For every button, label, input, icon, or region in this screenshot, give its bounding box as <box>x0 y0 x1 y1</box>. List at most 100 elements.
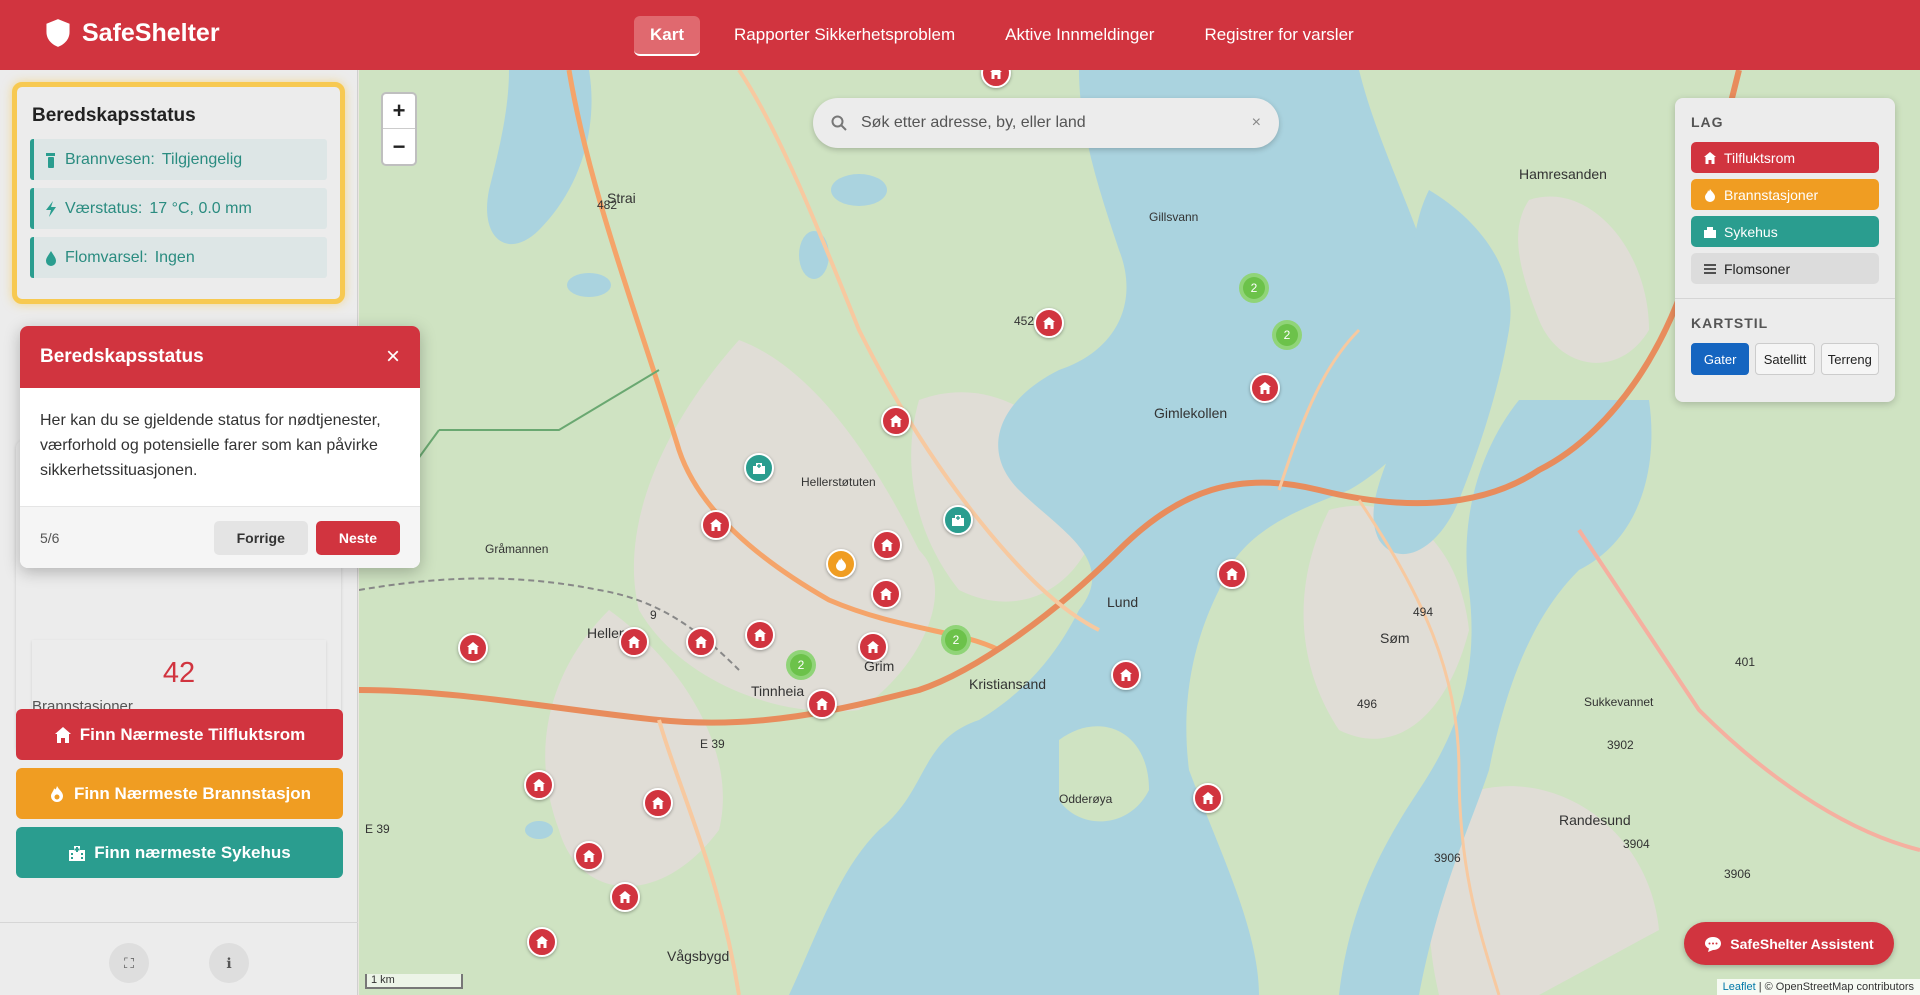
fullscreen-icon[interactable]: ⛶ <box>109 943 149 983</box>
shelter-marker[interactable] <box>610 882 640 912</box>
home-icon <box>880 588 892 600</box>
road-label: E 39 <box>365 822 390 836</box>
style-terrain-button[interactable]: Terreng <box>1820 343 1880 375</box>
close-icon[interactable]: × <box>386 343 400 371</box>
tour-title: Beredskapsstatus <box>40 346 204 367</box>
find-hospital-button[interactable]: Finn nærmeste Sykehus <box>16 827 343 878</box>
zoom-in-button[interactable]: + <box>383 94 415 129</box>
status-row-fire: Brannvesen: Tilgjengelig <box>30 139 327 180</box>
fire-icon <box>1705 188 1715 202</box>
bolt-icon <box>46 200 56 217</box>
find-fire-station-label: Finn Nærmeste Brannstasjon <box>73 783 312 803</box>
home-icon <box>467 642 479 654</box>
nav-item-kart[interactable]: Kart <box>634 16 701 56</box>
tour-next-button[interactable]: Neste <box>315 520 400 555</box>
shelter-marker[interactable] <box>881 406 911 436</box>
tour-header: Beredskapsstatus × <box>20 326 420 388</box>
road-label: 494 <box>1413 605 1434 619</box>
status-label-weather: Værstatus: <box>65 199 143 217</box>
brand-name: SafeShelter <box>82 18 220 47</box>
waves-icon <box>1704 263 1716 274</box>
marker-cluster[interactable]: 2 <box>1239 273 1269 303</box>
shelter-marker[interactable] <box>745 620 775 650</box>
nav-item-active-reports[interactable]: Aktive Innmeldinger <box>989 16 1170 56</box>
hospital-icon <box>952 515 964 526</box>
shelter-marker[interactable] <box>1111 660 1141 690</box>
droplet-icon <box>46 250 56 266</box>
place-label: Gillsvann <box>1149 210 1199 224</box>
layer-hospitals-button[interactable]: Sykehus <box>1691 216 1879 247</box>
status-panel-title: Beredskapsstatus <box>32 105 196 126</box>
marker-cluster[interactable]: 2 <box>786 650 816 680</box>
status-value-fire: Tilgjengelig <box>161 150 243 168</box>
layer-shelters-button[interactable]: Tilfluktsrom <box>1691 142 1879 173</box>
map-search-bar[interactable]: Søk etter adresse, by, eller land × <box>813 98 1279 148</box>
shelter-marker[interactable] <box>619 627 649 657</box>
shelter-marker[interactable] <box>1217 559 1247 589</box>
road-label: E 39 <box>700 737 725 751</box>
shelter-marker[interactable] <box>1034 308 1064 338</box>
home-icon <box>710 519 722 531</box>
tour-footer: 5/6 Forrige Neste <box>20 506 420 568</box>
home-icon <box>1226 568 1238 580</box>
shelter-marker[interactable] <box>807 689 837 719</box>
find-fire-station-button[interactable]: Finn Nærmeste Brannstasjon <box>16 768 343 819</box>
home-icon <box>533 779 545 791</box>
marker-cluster[interactable]: 2 <box>941 625 971 655</box>
layer-fire-stations-button[interactable]: Brannstasjoner <box>1691 179 1879 210</box>
place-label: Hamresanden <box>1519 166 1607 182</box>
road-label: 3906 <box>1724 867 1751 881</box>
home-icon <box>54 726 71 743</box>
hospital-marker[interactable] <box>943 505 973 535</box>
shelter-marker[interactable] <box>701 510 731 540</box>
shelter-marker[interactable] <box>1193 783 1223 813</box>
shelter-marker[interactable] <box>872 530 902 560</box>
brand-logo[interactable]: SafeShelter <box>44 18 220 48</box>
hospital-icon <box>1704 226 1716 238</box>
style-satellite-button[interactable]: Satellitt <box>1755 343 1815 375</box>
home-icon <box>583 850 595 862</box>
hospital-marker[interactable] <box>744 453 774 483</box>
shelter-marker[interactable] <box>858 632 888 662</box>
shelter-marker[interactable] <box>1250 373 1280 403</box>
shelter-marker[interactable] <box>871 579 901 609</box>
sidebar-footer: ⛶ ℹ <box>0 922 358 995</box>
clear-search-icon[interactable]: × <box>1252 114 1261 132</box>
layer-label: Tilfluktsrom <box>1724 149 1796 166</box>
place-label: Tinnheia <box>751 683 805 699</box>
marker-cluster[interactable]: 2 <box>1272 320 1302 350</box>
shelter-marker[interactable] <box>524 770 554 800</box>
info-icon[interactable]: ℹ <box>209 943 249 983</box>
search-icon <box>831 115 847 131</box>
leaflet-link[interactable]: Leaflet <box>1723 981 1756 993</box>
home-icon <box>1202 792 1214 804</box>
fire-extinguisher-icon <box>46 152 55 168</box>
layers-divider <box>1675 298 1895 299</box>
zoom-out-button[interactable]: − <box>383 129 415 164</box>
place-label: Vågsbygd <box>667 948 730 964</box>
map-area[interactable]: Strai Hellemyr Tinnheia Grim Kristiansan… <box>359 70 1920 995</box>
shelter-marker[interactable] <box>574 841 604 871</box>
shelter-marker[interactable] <box>527 927 557 957</box>
zoom-control: + − <box>381 92 417 166</box>
shelter-marker[interactable] <box>686 627 716 657</box>
find-shelter-button[interactable]: Finn Nærmeste Tilfluktsrom <box>16 709 343 760</box>
shelter-marker[interactable] <box>643 788 673 818</box>
nav-item-register-alerts[interactable]: Registrer for varsler <box>1188 16 1369 56</box>
status-value-weather: 17 °C, 0.0 mm <box>149 199 252 217</box>
tour-prev-button[interactable]: Forrige <box>213 520 308 555</box>
home-icon <box>881 539 893 551</box>
fire-station-marker[interactable] <box>826 549 856 579</box>
place-label: Søm <box>1380 630 1410 646</box>
search-input[interactable]: Søk etter adresse, by, eller land <box>861 114 1238 132</box>
layers-panel: LAG Tilfluktsrom Brannstasjoner Sykehus … <box>1675 98 1895 402</box>
style-streets-button[interactable]: Gater <box>1691 343 1750 375</box>
hospital-icon <box>69 845 86 861</box>
assistant-button[interactable]: SafeShelter Assistent <box>1684 922 1894 965</box>
nav-item-report[interactable]: Rapporter Sikkerhetsproblem <box>718 16 971 56</box>
status-label-fire: Brannvesen: <box>65 150 155 168</box>
shelter-marker[interactable] <box>458 633 488 663</box>
layer-flood-zones-button[interactable]: Flomsoner <box>1691 253 1879 284</box>
map-attribution: Leaflet | © OpenStreetMap contributors <box>1716 979 1920 995</box>
home-icon <box>1043 317 1055 329</box>
